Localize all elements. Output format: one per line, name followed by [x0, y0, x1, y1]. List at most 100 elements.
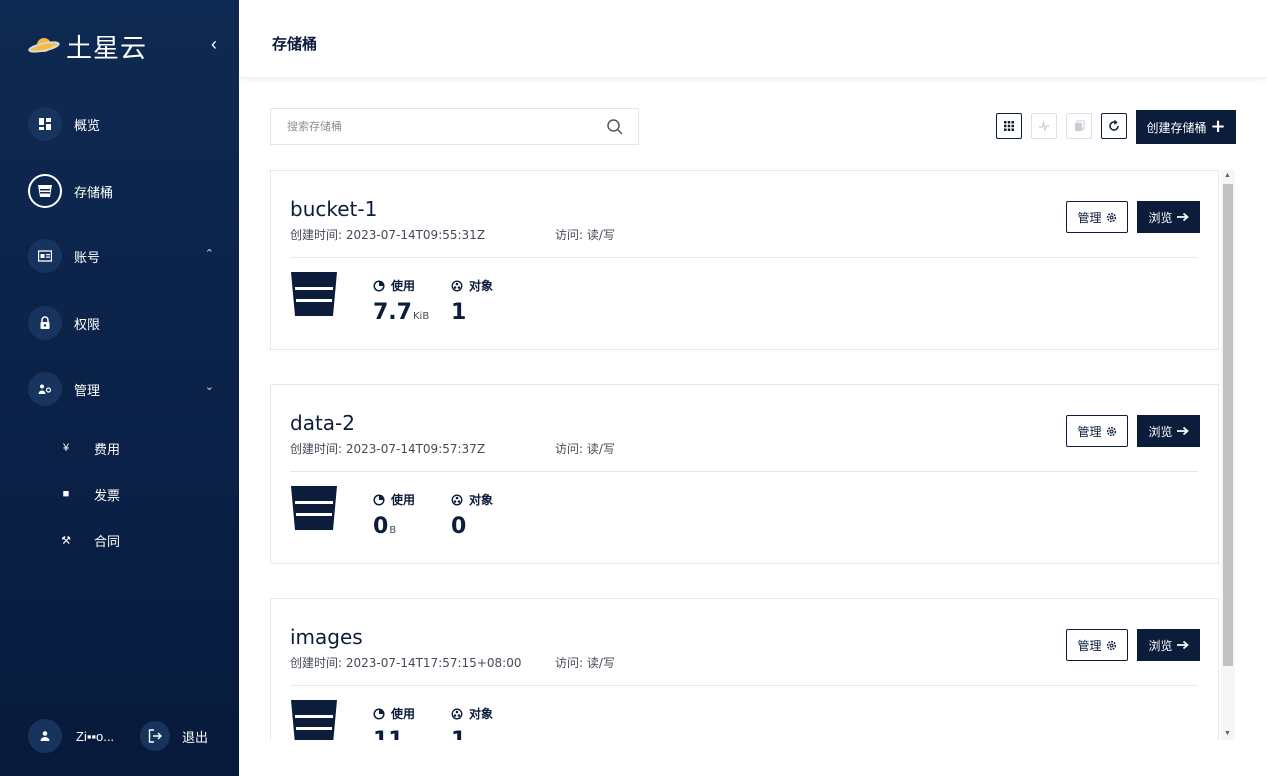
- sidebar-subitem-label: 发票: [94, 488, 121, 504]
- objects-icon: [451, 280, 463, 291]
- browse-button[interactable]: 浏览: [1137, 201, 1200, 233]
- bucket-icon: [291, 700, 337, 740]
- sidebar-subitem-contracts[interactable]: ⚒ 合同: [60, 530, 120, 550]
- usage-label: 使用: [391, 493, 416, 507]
- brand-name: 土星云: [66, 33, 148, 64]
- logout-button[interactable]: 退出: [182, 727, 208, 746]
- bucket-created-time: 创建时间: 2023-07-14T09:57:37Z: [290, 442, 486, 456]
- pie-chart-icon: [373, 493, 385, 506]
- plus-icon: +: [1210, 116, 1226, 137]
- brand[interactable]: 土星云: [28, 28, 147, 64]
- usage-label: 使用: [391, 279, 416, 293]
- id-card-icon: [28, 239, 62, 273]
- bucket-name[interactable]: bucket-1: [290, 197, 377, 221]
- objects-stat: 对象 1: [451, 705, 493, 740]
- sidebar-item-management[interactable]: 管理 ⌄: [28, 372, 218, 406]
- sidebar-item-accounts[interactable]: 账号 ⌃: [28, 239, 218, 273]
- sidebar-item-buckets[interactable]: 存储桶: [28, 174, 218, 208]
- objects-label: 对象: [469, 493, 494, 507]
- bucket-icon: [291, 486, 337, 530]
- arrow-right-icon: [1176, 426, 1189, 436]
- activity-icon: [1039, 120, 1049, 132]
- saturn-logo-icon: [28, 38, 60, 53]
- objects-value: 1: [451, 728, 466, 740]
- scrollbar[interactable]: ▲ ▼: [1221, 170, 1235, 740]
- bucket-card: images 创建时间: 2023-07-14T17:57:15+08:00 访…: [270, 598, 1219, 740]
- yen-icon: ¥: [62, 442, 70, 454]
- sidebar-subitem-invoices[interactable]: ■ 发票: [60, 484, 120, 504]
- sidebar-subitem-label: 合同: [94, 534, 121, 550]
- scroll-down-icon[interactable]: ▼: [1224, 730, 1231, 737]
- scrollbar-thumb[interactable]: [1223, 184, 1233, 666]
- arrow-right-icon: [1176, 212, 1189, 222]
- sidebar-item-permissions[interactable]: 权限: [28, 306, 218, 340]
- collapse-sidebar-button[interactable]: ‹: [206, 34, 222, 54]
- user-panel: Zi▪▪o... 退出: [28, 719, 228, 753]
- bucket-access: 访问: 读/写: [555, 656, 615, 670]
- search-box: [270, 108, 639, 145]
- sidebar-item-label: 存储桶: [74, 185, 114, 201]
- gavel-icon: ⚒: [61, 534, 71, 547]
- objects-icon: [451, 708, 463, 719]
- username: Zi▪▪o...: [76, 728, 115, 744]
- bucket-name[interactable]: images: [290, 625, 363, 649]
- bucket-card: data-2 创建时间: 2023-07-14T09:57:37Z 访问: 读/…: [270, 384, 1219, 564]
- user-icon: [40, 731, 50, 741]
- usage-value: 7.7: [373, 300, 412, 325]
- sidebar-item-overview[interactable]: 概览: [28, 107, 218, 141]
- bucket-access: 访问: 读/写: [555, 442, 615, 456]
- browse-button[interactable]: 浏览: [1137, 629, 1200, 661]
- objects-label: 对象: [469, 707, 494, 721]
- bucket-name[interactable]: data-2: [290, 411, 355, 435]
- browse-button[interactable]: 浏览: [1137, 415, 1200, 447]
- bucket-access: 访问: 读/写: [555, 228, 615, 242]
- create-bucket-button[interactable]: 创建存储桶 +: [1136, 110, 1236, 144]
- usage-stat: 使用 0B: [373, 491, 415, 539]
- grid-view-button[interactable]: [996, 113, 1022, 139]
- header: 存储桶: [239, 0, 1267, 78]
- refresh-button[interactable]: [1101, 113, 1127, 139]
- sidebar: 土星云 ‹ 概览 存储桶 账号 ⌃ 权限 管理 ⌄ ¥ 费用 ■ 发票 ⚒ 合同…: [0, 0, 239, 776]
- sidebar-subitem-billing[interactable]: ¥ 费用: [60, 438, 120, 458]
- bucket-icon: [291, 272, 337, 316]
- usage-unit: B: [389, 525, 397, 536]
- objects-label: 对象: [469, 279, 494, 293]
- objects-stat: 对象 1: [451, 277, 493, 325]
- manage-button[interactable]: 管理: [1066, 201, 1128, 233]
- manage-button[interactable]: 管理: [1066, 629, 1128, 661]
- usage-stat: 使用 7.7 KiB: [373, 277, 429, 325]
- divider: [290, 471, 1198, 472]
- manage-label: 管理: [1077, 210, 1102, 225]
- copy-button[interactable]: [1066, 113, 1092, 139]
- refresh-icon: [1109, 120, 1119, 131]
- manage-button[interactable]: 管理: [1066, 415, 1128, 447]
- gear-icon: [1106, 640, 1116, 650]
- grid-icon: [1004, 121, 1014, 131]
- bucket-icon: [28, 174, 62, 208]
- page-title: 存储桶: [272, 35, 318, 53]
- logout-icon[interactable]: [140, 721, 170, 751]
- browse-label: 浏览: [1148, 638, 1173, 653]
- bucket-card: bucket-1 创建时间: 2023-07-14T09:55:31Z 访问: …: [270, 170, 1219, 350]
- bucket-created-time: 创建时间: 2023-07-14T17:57:15+08:00: [290, 656, 522, 670]
- bucket-list: bucket-1 创建时间: 2023-07-14T09:55:31Z 访问: …: [239, 170, 1267, 740]
- avatar[interactable]: [28, 719, 62, 753]
- invoice-icon: ■: [62, 488, 70, 500]
- browse-label: 浏览: [1148, 210, 1173, 225]
- browse-label: 浏览: [1148, 424, 1173, 439]
- search-input[interactable]: [271, 109, 591, 144]
- objects-value: 0: [451, 514, 467, 539]
- dashboard-icon: [28, 107, 62, 141]
- chevron-up-icon: ⌃: [204, 248, 214, 260]
- gear-icon: [1106, 212, 1116, 222]
- scroll-up-icon[interactable]: ▲: [1224, 172, 1231, 179]
- pie-chart-icon: [373, 279, 385, 292]
- monitor-button[interactable]: [1031, 113, 1057, 139]
- usage-unit: KiB: [412, 311, 430, 322]
- divider: [290, 257, 1198, 258]
- chevron-down-icon: ⌄: [204, 381, 214, 393]
- search-icon[interactable]: [606, 118, 624, 136]
- copy-icon: [1075, 120, 1085, 131]
- create-bucket-label: 创建存储桶: [1146, 120, 1207, 135]
- users-icon: [28, 372, 62, 406]
